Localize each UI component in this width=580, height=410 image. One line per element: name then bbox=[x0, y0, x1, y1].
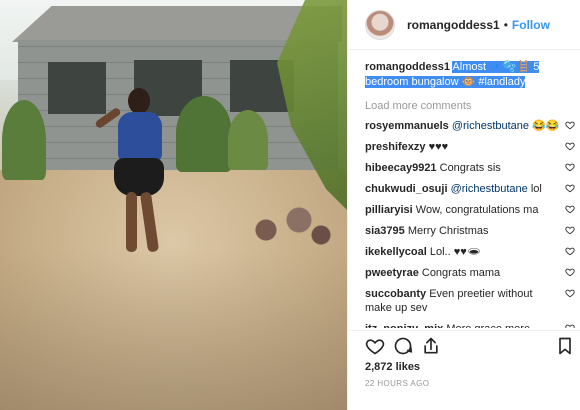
comment-icon[interactable] bbox=[393, 336, 413, 356]
photo-person-skirt bbox=[114, 158, 164, 196]
header-separator: • bbox=[503, 17, 508, 32]
comment-text: Congrats sis bbox=[439, 162, 501, 174]
photo-window bbox=[48, 62, 106, 114]
comment-text: Merry Christmas bbox=[407, 225, 489, 237]
comment-text: Lol.. ♥♥🕳 bbox=[429, 246, 481, 258]
comment-rows: rosyemmanuels @richestbutane 😂😂 preshifex… bbox=[348, 119, 580, 328]
comment-username[interactable]: sia3795 bbox=[365, 225, 405, 237]
bookmark-icon[interactable] bbox=[555, 336, 575, 356]
caption-username[interactable]: romangoddess1 bbox=[365, 61, 450, 73]
comment-username[interactable]: rosyemmanuels bbox=[365, 120, 449, 132]
heart-icon[interactable] bbox=[365, 336, 385, 356]
comment-text: Congrats mama bbox=[421, 267, 501, 279]
comments-list[interactable]: romangoddess1 Almost 🔹🫧🪜 5 bedroom bunga… bbox=[348, 56, 580, 328]
comment-like-heart-icon[interactable] bbox=[565, 225, 575, 235]
comment-item: sia3795 Merry Christmas bbox=[348, 224, 580, 238]
photo-person-leg bbox=[126, 192, 137, 252]
photo-plant bbox=[228, 110, 268, 170]
post-header: romangoddess1 • Follow bbox=[348, 0, 580, 50]
comment-item: preshifexzy ♥♥♥ bbox=[348, 140, 580, 154]
comment-like-heart-icon[interactable] bbox=[565, 246, 575, 256]
comment-mention[interactable]: @richestbutane bbox=[452, 120, 529, 132]
comment-like-heart-icon[interactable] bbox=[565, 183, 575, 193]
photo-plant bbox=[2, 100, 46, 180]
comment-mention[interactable]: @richestbutane bbox=[451, 183, 528, 195]
comment-username[interactable]: pilliaryisi bbox=[365, 204, 413, 216]
photo-person-torso bbox=[118, 112, 162, 162]
comment-like-heart-icon[interactable] bbox=[565, 323, 575, 328]
comment-like-heart-icon[interactable] bbox=[565, 204, 575, 214]
comment-username[interactable]: preshifexzy bbox=[365, 141, 426, 153]
comment-username[interactable]: succobanty bbox=[365, 288, 426, 300]
post-timestamp: 22 HOURS AGO bbox=[365, 379, 430, 388]
follow-button[interactable]: Follow bbox=[512, 18, 550, 32]
comment-item: succobanty Even preetier without make up… bbox=[348, 287, 580, 315]
comment-like-heart-icon[interactable] bbox=[565, 288, 575, 298]
load-more-comments-button[interactable]: Load more comments bbox=[365, 100, 580, 112]
photo-person-head bbox=[128, 88, 150, 114]
comment-item: chukwudi_osuji @richestbutane lol bbox=[348, 182, 580, 196]
comment-text: ♥♥♥ bbox=[428, 141, 449, 153]
share-icon[interactable] bbox=[421, 336, 441, 356]
divider bbox=[348, 330, 580, 331]
instagram-post: romangoddess1 • Follow romangoddess1 Alm… bbox=[0, 0, 580, 410]
photo-rubble bbox=[233, 200, 343, 250]
comment-item: hibeecay9921 Congrats sis bbox=[348, 161, 580, 175]
header-username[interactable]: romangoddess1 bbox=[407, 18, 500, 32]
comment-like-heart-icon[interactable] bbox=[565, 141, 575, 151]
comment-username[interactable]: pweetyrae bbox=[365, 267, 419, 279]
comment-item: pilliaryisi Wow, congratulations ma bbox=[348, 203, 580, 217]
comment-item: ikekellycoal Lol.. ♥♥🕳 bbox=[348, 245, 580, 259]
comment-like-heart-icon[interactable] bbox=[565, 162, 575, 172]
comment-username[interactable]: ikekellycoal bbox=[365, 246, 427, 258]
likes-count[interactable]: 2,872 likes bbox=[365, 361, 420, 373]
post-sidebar: romangoddess1 • Follow romangoddess1 Alm… bbox=[347, 0, 580, 410]
comment-item: pweetyrae Congrats mama bbox=[348, 266, 580, 280]
comment-suffix: 😂😂 bbox=[529, 120, 560, 132]
post-actions bbox=[365, 336, 575, 358]
comment-text: Wow, congratulations ma bbox=[415, 204, 539, 216]
avatar[interactable] bbox=[365, 9, 395, 40]
photo-person bbox=[94, 88, 194, 258]
photo-person-leg bbox=[139, 191, 160, 253]
comment-username[interactable]: hibeecay9921 bbox=[365, 162, 437, 174]
comment-item: itz_nonizy_mix More grace more money @ro… bbox=[348, 322, 580, 328]
comment-like-heart-icon[interactable] bbox=[565, 120, 575, 130]
post-photo[interactable] bbox=[0, 0, 347, 410]
comment-username[interactable]: chukwudi_osuji bbox=[365, 183, 448, 195]
comment-like-heart-icon[interactable] bbox=[565, 267, 575, 277]
comment-item: rosyemmanuels @richestbutane 😂😂 bbox=[348, 119, 580, 133]
photo-shadow bbox=[0, 250, 347, 410]
post-caption: romangoddess1 Almost 🔹🫧🪜 5 bedroom bunga… bbox=[348, 56, 580, 90]
comment-suffix: lol bbox=[527, 183, 542, 195]
comment-username[interactable]: itz_nonizy_mix bbox=[365, 323, 443, 328]
